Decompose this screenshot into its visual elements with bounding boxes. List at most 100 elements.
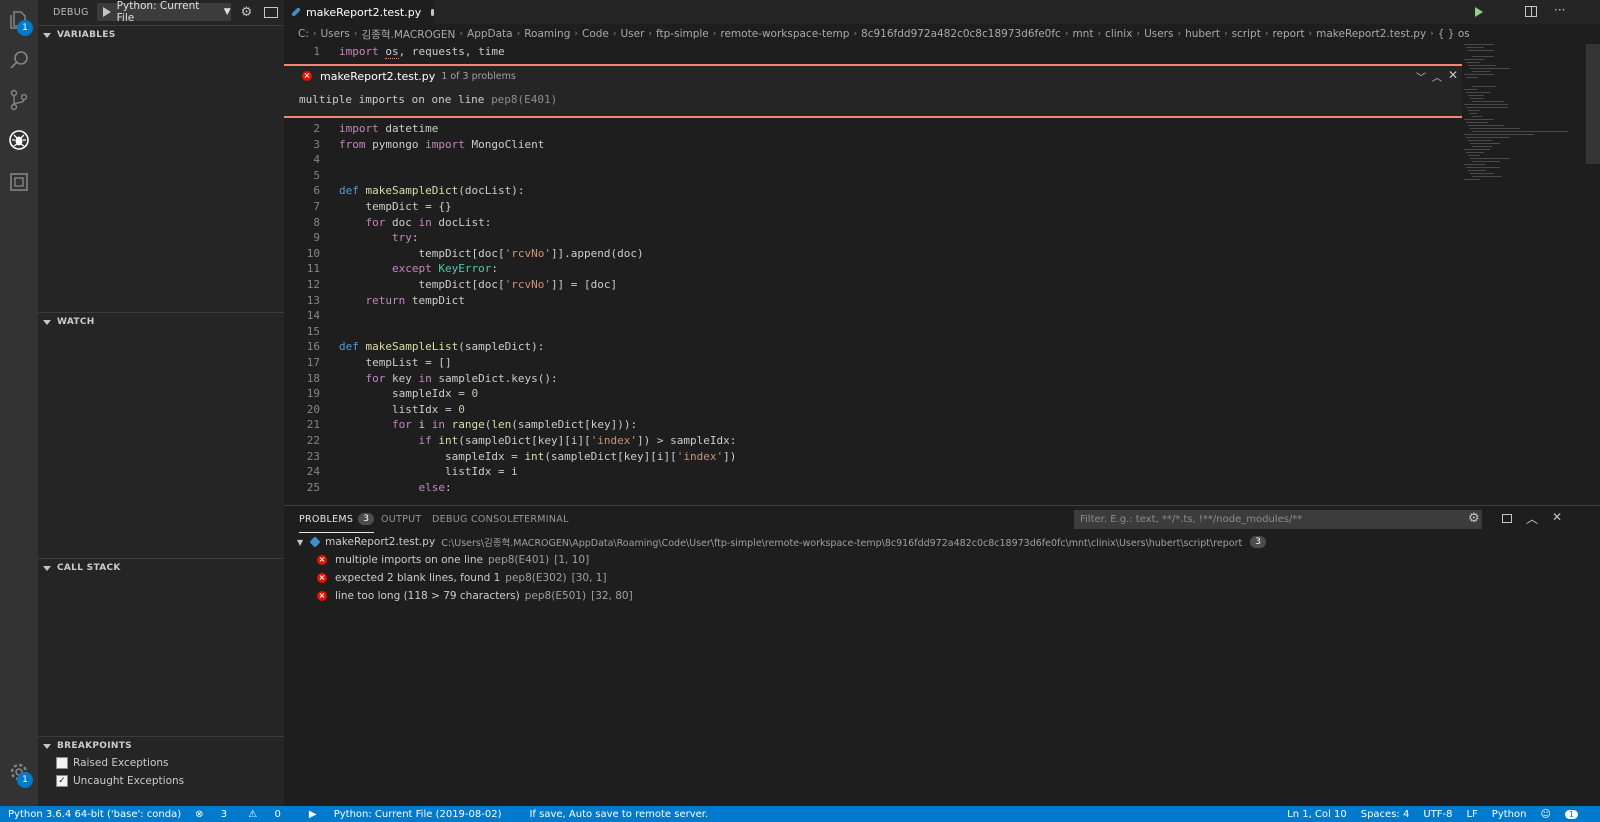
- end-of-line[interactable]: LF: [1466, 809, 1477, 820]
- source-control-icon[interactable]: [7, 88, 31, 112]
- gear-icon[interactable]: 1: [7, 760, 33, 788]
- close-icon[interactable]: ✕: [1448, 68, 1458, 82]
- code-line-1[interactable]: 1 import os, requests, time: [284, 44, 1462, 62]
- breadcrumb-item[interactable]: remote-workspace-temp: [720, 28, 849, 40]
- next-problem-icon[interactable]: ﹀: [1416, 69, 1426, 84]
- code-line[interactable]: 13 return tempDict: [284, 293, 1462, 309]
- code-line[interactable]: 5: [284, 168, 1462, 184]
- code-line[interactable]: 16 def makeSampleList(sampleDict):: [284, 339, 1462, 355]
- notifications-icon[interactable]: 1: [1564, 809, 1592, 820]
- watch-section-header[interactable]: WATCH: [38, 312, 284, 331]
- breadcrumb-item[interactable]: makeReport2.test.py: [1316, 28, 1426, 40]
- breadcrumb-item[interactable]: report: [1272, 28, 1304, 40]
- code-line[interactable]: 18 for key in sampleDict.keys():: [284, 371, 1462, 387]
- debug-console-icon[interactable]: [264, 6, 279, 18]
- gear-icon[interactable]: ⚙: [241, 5, 253, 20]
- problems-filter-input[interactable]: Filter. E.g.: text, **/*.ts, !**/node_mo…: [1074, 510, 1482, 529]
- breakpoints-section-header[interactable]: BREAKPOINTS: [38, 736, 284, 755]
- close-panel-icon[interactable]: ✕: [1552, 510, 1562, 524]
- code-line[interactable]: 6 def makeSampleDict(docList):: [284, 183, 1462, 199]
- search-icon[interactable]: [7, 48, 31, 72]
- code-line[interactable]: 22 if int(sampleDict[key][i]['index']) >…: [284, 433, 1462, 449]
- previous-problem-icon[interactable]: ︿: [1432, 69, 1442, 84]
- breadcrumb-item[interactable]: C:: [298, 28, 309, 40]
- breakpoint-uncaught-exceptions[interactable]: ✓ Uncaught Exceptions: [56, 772, 184, 790]
- code-line[interactable]: 14: [284, 308, 1462, 324]
- maximize-panel-icon[interactable]: ︿: [1526, 510, 1538, 527]
- code-line[interactable]: 20 listIdx = 0: [284, 402, 1462, 418]
- problems-status[interactable]: ⊗ 3 ⚠ 0: [195, 809, 295, 820]
- code-line[interactable]: 19 sampleIdx = 0: [284, 386, 1462, 402]
- code-line[interactable]: 24 listIdx = i: [284, 464, 1462, 480]
- code-line[interactable]: 17 tempList = []: [284, 355, 1462, 371]
- code-line[interactable]: 12 tempDict[doc['rcvNo']] = [doc]: [284, 277, 1462, 293]
- code-line[interactable]: 25 else:: [284, 480, 1462, 496]
- code-line[interactable]: 4: [284, 152, 1462, 168]
- debug-icon[interactable]: [7, 128, 31, 152]
- code-line[interactable]: 2 import datetime: [284, 121, 1462, 137]
- checkbox[interactable]: [56, 757, 68, 769]
- editor-scrollbar[interactable]: [1586, 44, 1600, 164]
- collapse-all-icon[interactable]: [1502, 514, 1512, 523]
- code-line[interactable]: 15: [284, 324, 1462, 340]
- run-icon[interactable]: [1475, 7, 1483, 17]
- code-line[interactable]: 10 tempDict[doc['rcvNo']].append(doc): [284, 246, 1462, 262]
- unsaved-dot-icon[interactable]: [431, 8, 434, 16]
- breadcrumb-item[interactable]: Users: [320, 28, 349, 40]
- feedback-icon[interactable]: ☺: [1540, 809, 1550, 820]
- problems-count-badge: 3: [358, 513, 375, 525]
- tab-debug-console[interactable]: DEBUG CONSOLE: [432, 506, 519, 532]
- call-stack-section-header[interactable]: CALL STACK: [38, 558, 284, 577]
- explorer-icon[interactable]: 1: [7, 8, 33, 36]
- start-debug-icon[interactable]: [102, 7, 111, 17]
- language-mode[interactable]: Python: [1492, 809, 1527, 820]
- breadcrumb-item[interactable]: AppData: [467, 28, 513, 40]
- minimap[interactable]: [1462, 44, 1584, 494]
- problem-message: line too long (118 > 79 characters): [335, 590, 520, 602]
- indentation[interactable]: Spaces: 4: [1361, 809, 1410, 820]
- breadcrumb-item[interactable]: User: [620, 28, 644, 40]
- code-line[interactable]: 23 sampleIdx = int(sampleDict[key][i]['i…: [284, 449, 1462, 465]
- breadcrumb-item[interactable]: 8c916fdd972a482c0c8c18973d6fe0fc: [861, 28, 1061, 40]
- filter-settings-icon[interactable]: ⚙: [1468, 511, 1480, 526]
- debug-config-status[interactable]: ▶ Python: Current File (2019-08-02): [309, 809, 516, 820]
- problem-row[interactable]: × multiple imports on one line pep8(E401) […: [317, 551, 589, 569]
- minimap-line: [1464, 134, 1534, 135]
- problem-row[interactable]: × line too long (118 > 79 characters) pep8…: [317, 587, 633, 605]
- code-line[interactable]: 7 tempDict = {}: [284, 199, 1462, 215]
- tab-makereport2[interactable]: makeReport2.test.py: [284, 0, 434, 24]
- breadcrumb-item[interactable]: script: [1232, 28, 1261, 40]
- code-line[interactable]: 9 try:: [284, 230, 1462, 246]
- problem-row[interactable]: × expected 2 blank lines, found 1 pep8(E30…: [317, 569, 607, 587]
- breadcrumb-item[interactable]: Code: [582, 28, 609, 40]
- breakpoint-raised-exceptions[interactable]: Raised Exceptions: [56, 754, 169, 772]
- python-interpreter[interactable]: Python 3.6.4 64-bit ('base': conda): [8, 809, 181, 820]
- python-file-icon: [291, 7, 301, 17]
- extensions-icon[interactable]: [7, 170, 31, 194]
- breadcrumb-item[interactable]: { } os: [1438, 28, 1470, 40]
- code-line[interactable]: 3 from pymongo import MongoClient: [284, 137, 1462, 153]
- breadcrumb-item[interactable]: Roaming: [524, 28, 570, 40]
- breadcrumb-item[interactable]: hubert: [1185, 28, 1220, 40]
- problems-file-row[interactable]: ▼ makeReport2.test.py C:\Users\김종혁.MACRO…: [297, 533, 1266, 551]
- cursor-position[interactable]: Ln 1, Col 10: [1287, 809, 1347, 820]
- code-line[interactable]: 8 for doc in docList:: [284, 215, 1462, 231]
- variables-section-header[interactable]: VARIABLES: [38, 25, 284, 44]
- debug-config-select[interactable]: Python: Current File ▼: [96, 0, 231, 24]
- breadcrumb-item[interactable]: ftp-simple: [656, 28, 709, 40]
- breadcrumb-item[interactable]: 김종혁.MACROGEN: [362, 27, 456, 42]
- encoding[interactable]: UTF-8: [1423, 809, 1452, 820]
- tab-output[interactable]: OUTPUT: [381, 506, 422, 532]
- code-line[interactable]: 11 except KeyError:: [284, 261, 1462, 277]
- breadcrumb-item[interactable]: clinix: [1105, 28, 1132, 40]
- code-line[interactable]: 21 for i in range(len(sampleDict[key])):: [284, 417, 1462, 433]
- more-actions-icon[interactable]: ···: [1554, 3, 1565, 17]
- tab-terminal[interactable]: TERMINAL: [518, 506, 569, 532]
- tab-problems[interactable]: PROBLEMS 3: [299, 506, 375, 533]
- checkbox-checked[interactable]: ✓: [56, 775, 68, 787]
- split-editor-icon[interactable]: [1525, 6, 1537, 17]
- peek-file: makeReport2.test.py: [320, 69, 436, 83]
- breadcrumb-item[interactable]: mnt: [1072, 28, 1093, 40]
- code-editor[interactable]: 2 import datetime 3 from pymongo import Mon…: [284, 121, 1462, 505]
- breadcrumb-item[interactable]: Users: [1144, 28, 1173, 40]
